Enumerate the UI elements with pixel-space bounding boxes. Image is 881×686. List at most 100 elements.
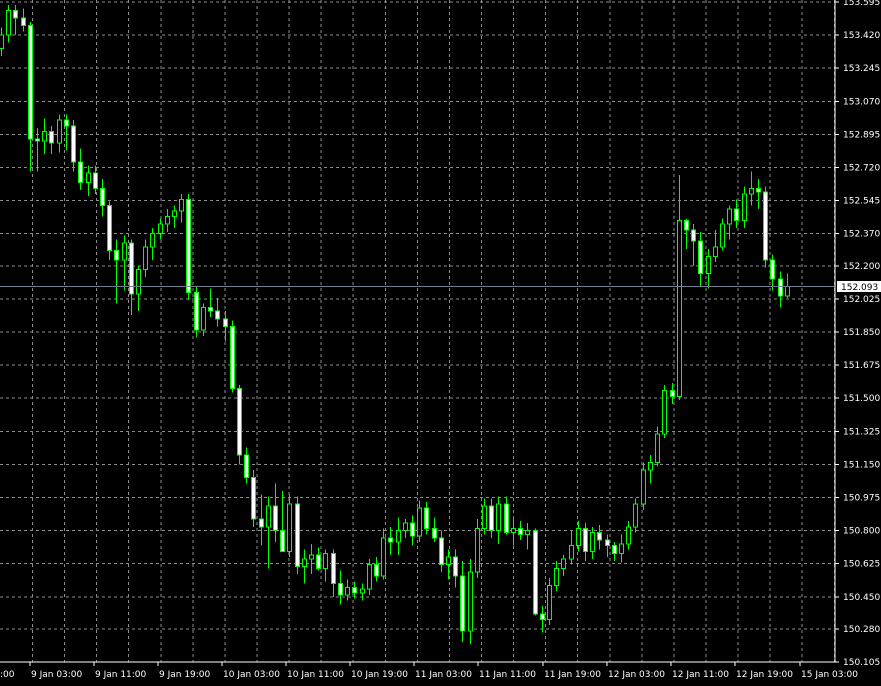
candle-body-bullish [576, 528, 581, 547]
x-axis-label: 11 Jan 03:00 [415, 670, 472, 680]
candle-body-bearish [93, 172, 98, 189]
candle-body-bullish [641, 469, 646, 505]
chart-window[interactable]: 152.093 153.595 153.420 153.245 153.070 152.… [0, 0, 881, 686]
candle-body-bearish [504, 503, 509, 533]
candle-body-bearish [533, 530, 538, 615]
candle-body-bearish [13, 10, 18, 19]
candle-body-bullish [287, 503, 292, 552]
chart-background [0, 0, 881, 686]
x-axis-label: 10 Jan 19:00 [351, 670, 408, 680]
candle-body-bearish [583, 528, 588, 552]
current-price-label: 152.093 [841, 283, 878, 293]
x-axis-label: 9 Jan 03:00 [31, 670, 83, 680]
candle-body-bullish [403, 522, 408, 532]
x-axis-label: 15 Jan 03:00 [801, 670, 858, 680]
y-axis-label: 152.545 [843, 197, 880, 207]
candle-body-bullish [554, 567, 559, 586]
candle-body-bullish [136, 269, 141, 295]
candle-body-bearish [778, 278, 783, 297]
candle-body-bullish [42, 131, 47, 142]
candle-body-bearish [21, 17, 26, 27]
candle-body-bullish [172, 210, 177, 218]
y-axis-label: 152.200 [843, 262, 880, 272]
candle-body-bearish [316, 554, 321, 569]
candle-body-bearish [114, 250, 119, 261]
x-axis-label: 10 Jan 11:00 [287, 670, 344, 680]
candle-body-bullish [0, 34, 4, 49]
candle-body-bearish [331, 552, 336, 585]
candle-body-bearish [518, 528, 523, 535]
y-axis-label: 153.070 [843, 97, 880, 107]
candle-body-bearish [49, 131, 54, 144]
candle-body-bearish [230, 325, 235, 390]
candle-body-bearish [352, 586, 357, 594]
candle-body-bullish [302, 558, 307, 567]
candle-body-bullish [309, 554, 314, 560]
y-axis-label: 150.105 [843, 658, 880, 668]
candle-body-bearish [338, 583, 343, 596]
candle-body-bullish [482, 505, 487, 530]
x-axis-label: 9 Jan 19:00 [159, 670, 211, 680]
candle-body-bearish [35, 138, 40, 142]
y-axis-label: 150.450 [843, 593, 880, 603]
x-axis-label: 12 Jan 19:00 [736, 670, 793, 680]
candle-body-bearish [763, 191, 768, 261]
y-axis-label: 150.800 [843, 527, 880, 537]
candle-body-bullish [396, 530, 401, 543]
candle-body-bearish [64, 119, 69, 127]
y-axis-label: 152.895 [843, 130, 880, 140]
candle-body-bearish [597, 531, 602, 541]
candle-body-bullish [475, 528, 480, 573]
candle-body-bearish [612, 545, 617, 554]
candle-body-bullish [525, 530, 530, 535]
candle-body-bullish [468, 571, 473, 632]
candle-body-bearish [186, 199, 191, 293]
candle-body-bearish [100, 187, 105, 206]
candle-body-bullish [122, 242, 127, 261]
candle-body-bearish [460, 575, 465, 632]
candle-body-bullish [179, 199, 184, 212]
candle-body-bullish [511, 528, 516, 533]
y-axis-label: 150.975 [843, 493, 880, 503]
candle-body-bearish [453, 556, 458, 577]
candle-body-bullish [345, 586, 350, 596]
candle-body-bullish [626, 526, 631, 545]
candle-body-bearish [439, 537, 444, 566]
candle-body-bullish [360, 588, 365, 594]
candle-body-bullish [677, 219, 682, 397]
candle-body-bullish [165, 216, 170, 225]
candle-body-bullish [706, 255, 711, 274]
price-chart[interactable]: 152.093 153.595 153.420 153.245 153.070 152.… [0, 0, 881, 686]
candle-body-bearish [605, 539, 610, 547]
y-axis-label: 151.675 [843, 361, 880, 371]
candle-body-bullish [749, 187, 754, 195]
candle-body-bullish [727, 208, 732, 225]
candle-body-bearish [295, 503, 300, 567]
candle-body-bearish [194, 291, 199, 331]
candle-body-bearish [107, 204, 112, 252]
candle-body-bearish [670, 390, 675, 397]
candle-body-bearish [259, 518, 264, 528]
candle-body-bullish [367, 564, 372, 590]
candle-body-bearish [208, 306, 213, 312]
candle-body-bullish [446, 556, 451, 566]
candle-body-bullish [86, 172, 91, 184]
candle-body-bullish [417, 507, 422, 537]
y-axis-label: 151.500 [843, 394, 880, 404]
candle-body-bullish [201, 306, 206, 331]
candle-body-bearish [770, 259, 775, 280]
candle-body-bearish [698, 240, 703, 274]
candle-body-bearish [410, 522, 415, 537]
candle-body-bullish [57, 119, 62, 144]
y-axis-label: 153.595 [843, 0, 880, 8]
y-axis-label: 152.025 [843, 295, 880, 305]
x-axis-label: 10 Jan 03:00 [223, 670, 280, 680]
x-axis-label: 12 Jan 03:00 [608, 670, 665, 680]
candle-body-bearish [424, 507, 429, 530]
candle-body-bullish [633, 503, 638, 528]
candle-body-bullish [323, 552, 328, 569]
candle-body-bearish [237, 388, 242, 456]
candle-body-bullish [496, 503, 501, 532]
candle-body-bearish [251, 477, 256, 520]
x-axis-label: 11 Jan 11:00 [479, 670, 536, 680]
